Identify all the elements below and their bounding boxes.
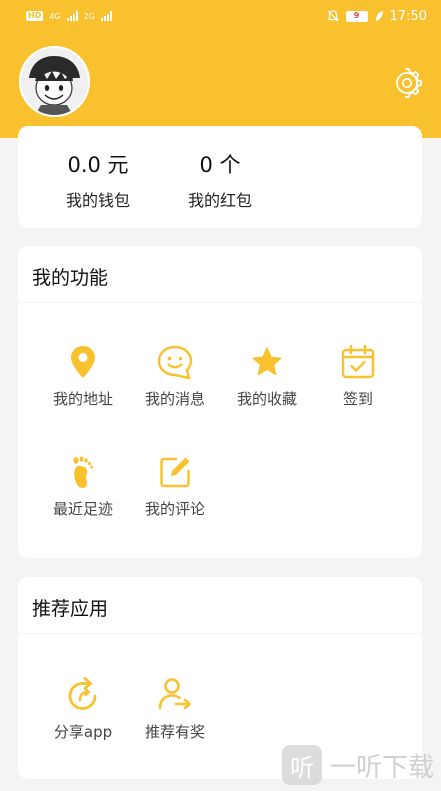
function-favorites[interactable]: 我的收藏 [223, 344, 311, 409]
function-address[interactable]: 我的地址 [39, 344, 127, 409]
network-2g-label: 2G [83, 11, 95, 21]
recommended-apps-divider [18, 633, 422, 634]
watermark-text: 一听下载 [330, 752, 435, 783]
function-footprints-label: 最近足迹 [52, 500, 113, 518]
redpacket-item[interactable]: 0 个 我的红包 [160, 126, 280, 211]
footprint-icon [73, 456, 93, 488]
location-pin-icon [71, 346, 95, 378]
user-referral-icon [158, 678, 191, 710]
wallet-balance-item[interactable]: 0.0 元 我的钱包 [38, 126, 158, 211]
wallet-card: 0.0 元 我的钱包 0 个 我的红包 [18, 126, 422, 228]
function-messages-label: 我的消息 [144, 390, 205, 408]
app-referral-label: 推荐有奖 [144, 723, 205, 741]
function-checkin-label: 签到 [342, 390, 373, 408]
function-footprints[interactable]: 最近足迹 [39, 454, 127, 519]
app-share-label: 分享app [53, 723, 113, 741]
leaf-icon [375, 11, 383, 21]
functions-title: 我的功能 [32, 267, 109, 289]
battery-indicator: 9 [345, 10, 368, 22]
smiley-message-icon [157, 345, 193, 380]
app-share[interactable]: 分享app [39, 675, 127, 742]
share-refresh-icon [68, 677, 97, 710]
clock-time: 17:50 [389, 8, 427, 24]
edit-comment-icon [160, 457, 190, 488]
redpacket-label: 我的红包 [187, 191, 252, 210]
network-4g-label: 4G [49, 11, 61, 21]
mute-bell-icon [326, 10, 339, 22]
functions-divider [18, 302, 422, 303]
redpacket-value: 0 个 [199, 153, 241, 177]
calendar-check-icon [341, 344, 375, 379]
recommended-apps-title: 推荐应用 [32, 598, 109, 620]
status-left: HD 4G 2G [26, 11, 112, 21]
watermark-logo-icon: 听 [282, 745, 322, 785]
wallet-balance-label: 我的钱包 [65, 191, 130, 210]
app-referral[interactable]: 推荐有奖 [131, 675, 219, 742]
avatar-cartoon-boy-icon [21, 48, 88, 115]
status-right: 9 17:50 [326, 9, 427, 24]
signal-icon-2 [100, 11, 112, 21]
watermark: 听 一听下载 [282, 745, 434, 785]
hd-badge: HD [26, 11, 44, 21]
wallet-balance-value: 0.0 元 [67, 153, 129, 177]
avatar[interactable] [19, 46, 90, 117]
star-icon [252, 347, 282, 376]
function-address-label: 我的地址 [52, 390, 113, 408]
signal-icon [66, 11, 78, 21]
function-checkin[interactable]: 签到 [314, 344, 402, 409]
status-bar: HD 4G 2G 9 17:50 [0, 0, 441, 32]
function-messages[interactable]: 我的消息 [131, 344, 219, 409]
function-favorites-label: 我的收藏 [236, 390, 297, 408]
gear-icon [396, 68, 422, 98]
functions-card: 我的功能 我的地址 我的消息 我的收藏 签到 最近足迹 我的评论 [18, 246, 422, 558]
settings-button[interactable] [392, 68, 422, 98]
function-comments[interactable]: 我的评论 [131, 454, 219, 519]
function-comments-label: 我的评论 [144, 500, 205, 518]
